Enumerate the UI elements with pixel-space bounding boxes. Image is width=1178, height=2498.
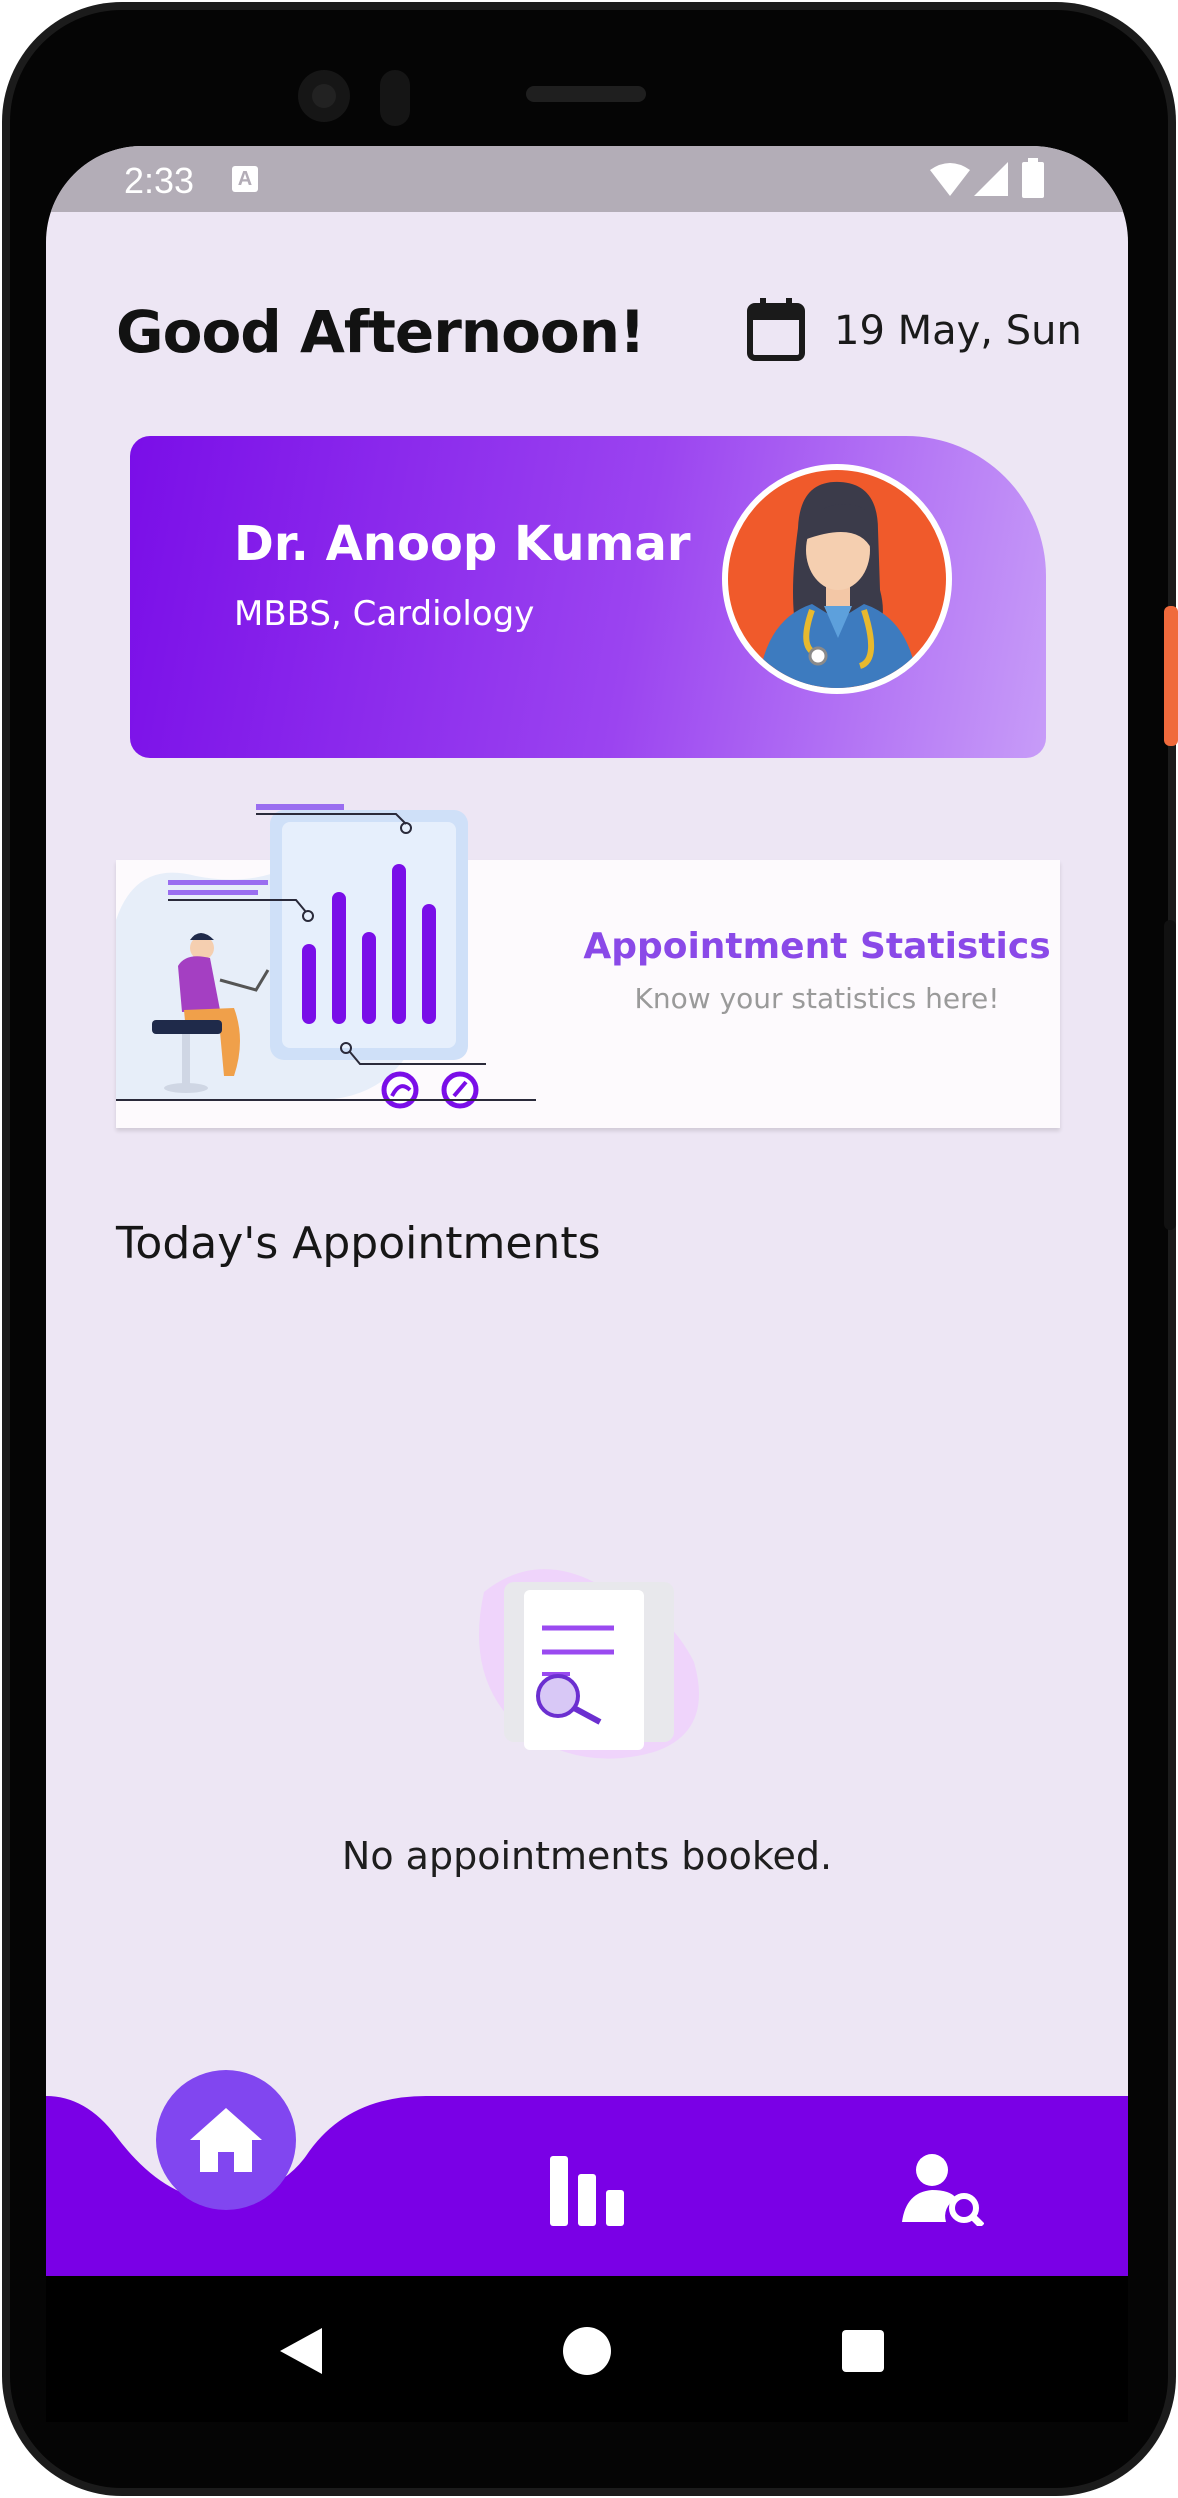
signal-icon <box>974 162 1008 196</box>
status-bar: 2:33 A <box>46 146 1128 212</box>
status-time: 2:33 <box>124 160 195 201</box>
empty-appointments-illustration <box>479 1569 699 1759</box>
doctor-avatar <box>722 464 952 694</box>
app-screen: 2:33 A Good Afternoon! 19 May, Sun Dr. A… <box>46 146 1128 2422</box>
greeting-heading: Good Afternoon! <box>116 298 646 366</box>
notification-app-icon: A <box>232 166 258 192</box>
todays-appointments-heading: Today's Appointments <box>116 1218 601 1269</box>
recents-icon[interactable] <box>842 2330 884 2372</box>
nav-home-button[interactable] <box>156 2070 296 2210</box>
stats-title: Appointment Statistics <box>583 926 1051 967</box>
wifi-icon <box>930 163 970 196</box>
statistics-illustration <box>116 804 536 1109</box>
battery-icon <box>1022 158 1044 198</box>
system-navigation-bar <box>46 2276 1128 2422</box>
stats-subtitle: Know your statistics here! <box>634 982 1000 1015</box>
appointment-statistics-banner[interactable]: Appointment Statistics Know your statist… <box>116 804 1060 1128</box>
empty-state-message: No appointments booked. <box>341 1834 833 1878</box>
home-icon <box>190 2108 262 2172</box>
doctor-specialization: MBBS, Cardiology <box>234 594 535 634</box>
home-circle-icon[interactable] <box>562 2326 612 2376</box>
calendar-icon <box>747 298 805 361</box>
doctor-profile-card[interactable]: Dr. Anoop Kumar MBBS, Cardiology <box>130 436 1046 758</box>
user-search-icon[interactable] <box>902 2152 984 2226</box>
date-text: 19 May, Sun <box>834 308 1082 354</box>
bar-chart-icon[interactable] <box>550 2156 624 2226</box>
back-icon[interactable] <box>280 2328 322 2374</box>
doctor-avatar-illustration <box>758 481 918 688</box>
doctor-name: Dr. Anoop Kumar <box>234 516 691 572</box>
